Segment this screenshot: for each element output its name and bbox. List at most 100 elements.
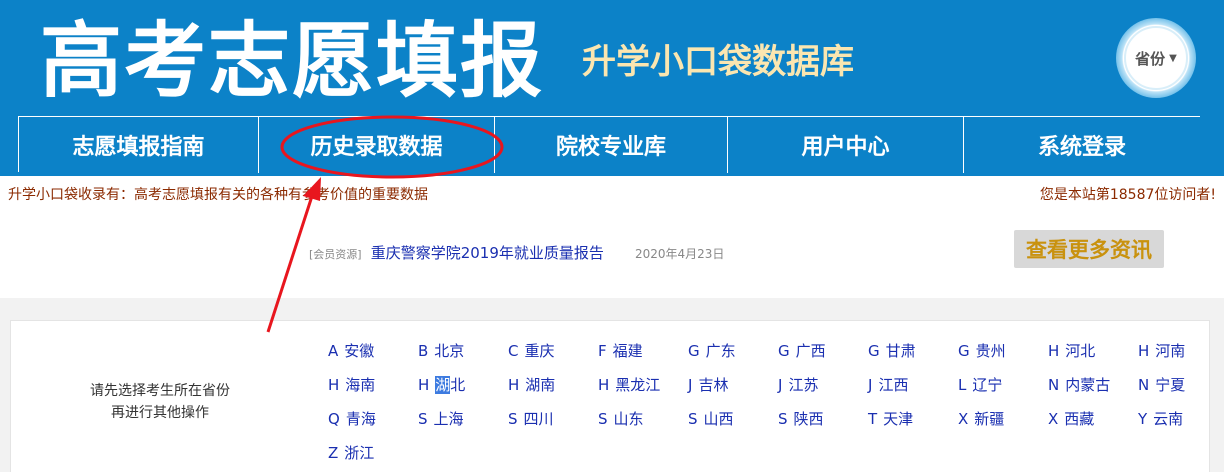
province-link[interactable]: G 贵州 <box>958 340 1006 361</box>
province-name: 河南 <box>1155 342 1186 360</box>
province-letter: H <box>418 376 430 394</box>
province-letter: H <box>328 376 340 394</box>
province-link[interactable]: J 江苏 <box>778 374 818 395</box>
province-letter: H <box>1048 342 1060 360</box>
province-name: 陕西 <box>793 410 824 428</box>
province-letter: N <box>1048 376 1060 394</box>
province-link[interactable]: N 内蒙古 <box>1048 374 1110 395</box>
province-link[interactable]: S 陕西 <box>778 408 824 429</box>
province-link[interactable]: N 宁夏 <box>1138 374 1185 395</box>
province-name: 辽宁 <box>972 376 1003 394</box>
province-name: 海南 <box>345 376 376 394</box>
province-link[interactable]: C 重庆 <box>508 340 555 361</box>
province-link[interactable]: G 广西 <box>778 340 826 361</box>
province-name: 湖南 <box>525 376 556 394</box>
province-link[interactable]: G 广东 <box>688 340 736 361</box>
province-letter: L <box>958 376 967 394</box>
province-name: 江苏 <box>788 376 819 394</box>
province-link[interactable]: F 福建 <box>598 340 643 361</box>
province-link[interactable]: H 黑龙江 <box>598 374 660 395</box>
province-name: 安徽 <box>344 342 375 360</box>
province-name: 新疆 <box>974 410 1005 428</box>
province-hint: 请先选择考生所在省份 再进行其他操作 <box>60 380 260 424</box>
province-name: 北京 <box>434 342 465 360</box>
nav-user-center[interactable]: 用户中心 <box>728 117 964 173</box>
province-letter: S <box>508 410 518 428</box>
info-text: 升学小口袋收录有：高考志愿填报有关的各种有参考价值的重要数据 <box>8 187 428 203</box>
province-link[interactable]: Q 青海 <box>328 408 376 429</box>
province-name: 山西 <box>703 410 734 428</box>
province-letter: S <box>778 410 788 428</box>
province-link[interactable]: H 海南 <box>328 374 375 395</box>
province-letter: C <box>508 342 519 360</box>
province-name: 贵州 <box>975 342 1006 360</box>
province-link[interactable]: X 西藏 <box>1048 408 1094 429</box>
province-name: 河北 <box>1065 342 1096 360</box>
province-link[interactable]: S 山东 <box>598 408 644 429</box>
province-name: 山东 <box>613 410 644 428</box>
province-name: 天津 <box>883 410 914 428</box>
province-letter: Q <box>328 410 340 428</box>
province-letter: S <box>688 410 698 428</box>
province-link[interactable]: S 上海 <box>418 408 464 429</box>
province-name: 内蒙古 <box>1065 376 1111 394</box>
visitor-count: 您是本站第18587位访问者! <box>1039 187 1216 203</box>
province-link[interactable]: H 河南 <box>1138 340 1185 361</box>
nav-school-major-db[interactable]: 院校专业库 <box>495 117 728 173</box>
province-letter: X <box>1048 410 1059 428</box>
news-date: 2020年4月23日 <box>634 247 725 261</box>
province-link[interactable]: J 江西 <box>868 374 908 395</box>
province-select-button[interactable]: 省份 ▼ <box>1124 26 1188 90</box>
province-name: 重庆 <box>524 342 555 360</box>
news-title-link[interactable]: 重庆警察学院2019年就业质量报告 <box>371 244 604 262</box>
province-link[interactable]: H 河北 <box>1048 340 1095 361</box>
province-link[interactable]: Z 浙江 <box>328 442 374 463</box>
news-tag: [会员资源] <box>309 248 362 261</box>
province-name: 上海 <box>433 410 464 428</box>
province-link[interactable]: T 天津 <box>868 408 913 429</box>
province-name: 浙江 <box>344 444 375 462</box>
province-letter: Z <box>328 444 339 462</box>
province-name: 宁夏 <box>1155 376 1186 394</box>
main-nav: 志愿填报指南 历史录取数据 院校专业库 用户中心 系统登录 <box>18 116 1200 173</box>
province-link[interactable]: H 湖南 <box>508 374 555 395</box>
nav-guide[interactable]: 志愿填报指南 <box>19 117 259 173</box>
province-name: 吉林 <box>698 376 729 394</box>
province-link[interactable]: Y 云南 <box>1138 408 1183 429</box>
province-link[interactable]: J 吉林 <box>688 374 728 395</box>
province-name: 广西 <box>795 342 826 360</box>
province-name: 四川 <box>523 410 554 428</box>
province-name: 甘肃 <box>885 342 916 360</box>
site-subtitle: 升学小口袋数据库 <box>582 42 854 82</box>
hint-line-2: 再进行其他操作 <box>111 405 209 421</box>
province-link[interactable]: S 四川 <box>508 408 554 429</box>
province-letter: H <box>1138 342 1150 360</box>
province-link[interactable]: G 甘肃 <box>868 340 916 361</box>
site-title: 高考志愿填报 <box>40 14 545 109</box>
province-name: 广东 <box>705 342 736 360</box>
province-link[interactable]: B 北京 <box>418 340 464 361</box>
province-link[interactable]: A 安徽 <box>328 340 374 361</box>
province-letter: S <box>418 410 428 428</box>
province-letter: S <box>598 410 608 428</box>
province-name: 西藏 <box>1064 410 1095 428</box>
province-link[interactable]: X 新疆 <box>958 408 1004 429</box>
more-news-button[interactable]: 查看更多资讯 <box>1014 230 1164 268</box>
province-letter: J <box>778 376 783 394</box>
province-letter: X <box>958 410 969 428</box>
province-letter: J <box>688 376 693 394</box>
hint-line-1: 请先选择考生所在省份 <box>90 383 230 399</box>
nav-history-data[interactable]: 历史录取数据 <box>259 117 495 173</box>
province-name-rest: 北 <box>450 376 466 394</box>
province-name-highlight: 湖 <box>435 376 451 394</box>
province-link[interactable]: H 湖北 <box>418 374 465 395</box>
province-link[interactable]: S 山西 <box>688 408 734 429</box>
site-header: 高考志愿填报 升学小口袋数据库 省份 ▼ 志愿填报指南 历史录取数据 院校专业库… <box>0 0 1224 176</box>
nav-login[interactable]: 系统登录 <box>964 117 1200 173</box>
province-letter: Y <box>1138 410 1148 428</box>
province-name: 黑龙江 <box>615 376 661 394</box>
province-letter: H <box>508 376 520 394</box>
province-name: 江西 <box>878 376 909 394</box>
province-letter: G <box>778 342 790 360</box>
province-link[interactable]: L 辽宁 <box>958 374 1002 395</box>
